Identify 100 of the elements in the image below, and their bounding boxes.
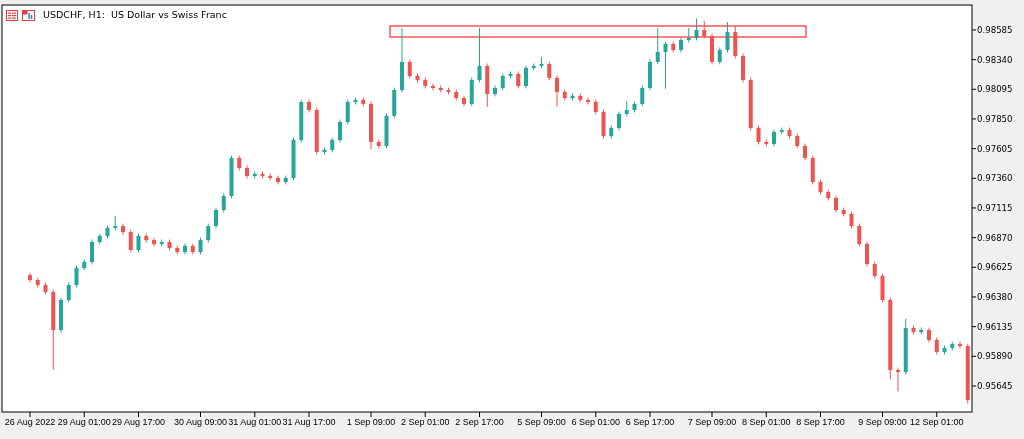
candle bbox=[950, 341, 955, 351]
candle bbox=[260, 171, 265, 179]
candle bbox=[717, 47, 722, 65]
axis-label: 5 Sep 09:00 bbox=[517, 417, 566, 427]
axis-label: 0.96870 bbox=[977, 232, 1013, 243]
candle bbox=[725, 21, 730, 53]
candle bbox=[276, 175, 280, 185]
candle bbox=[128, 229, 133, 253]
candle bbox=[531, 63, 536, 71]
axis-label: 8 Sep 17:00 bbox=[796, 417, 845, 427]
candle bbox=[82, 259, 87, 271]
candle bbox=[911, 325, 916, 335]
candle bbox=[376, 139, 381, 149]
candle bbox=[942, 345, 947, 355]
candle bbox=[330, 137, 335, 153]
candle bbox=[175, 245, 180, 255]
axis-label: 0.98585 bbox=[977, 24, 1013, 35]
candle bbox=[779, 127, 784, 135]
axis-label: 7 Sep 09:00 bbox=[687, 417, 737, 427]
axis-label: 0.97360 bbox=[977, 173, 1013, 184]
candle bbox=[136, 233, 141, 253]
candle bbox=[59, 297, 63, 333]
axis-label: 6 Sep 01:00 bbox=[571, 417, 620, 427]
candle bbox=[198, 237, 203, 255]
candle bbox=[547, 61, 552, 81]
candle bbox=[97, 233, 102, 245]
candle bbox=[314, 107, 319, 155]
candle bbox=[237, 155, 242, 171]
candle bbox=[756, 125, 761, 145]
candle bbox=[617, 111, 621, 131]
candle bbox=[66, 282, 71, 303]
candle bbox=[818, 179, 823, 195]
chart-title: USDCHF, H1: US Dollar vs Swiss Franc bbox=[43, 9, 227, 21]
candle bbox=[958, 341, 962, 349]
candle bbox=[43, 282, 48, 295]
candle bbox=[896, 367, 900, 392]
candle bbox=[299, 99, 304, 143]
candle bbox=[245, 165, 249, 179]
axis-label: 6 Sep 17:00 bbox=[625, 417, 675, 427]
candle bbox=[307, 99, 311, 113]
candle bbox=[485, 63, 490, 108]
candle bbox=[252, 171, 257, 179]
axis-label: 26 Aug 2022 bbox=[4, 417, 56, 427]
candle bbox=[834, 195, 838, 213]
candle bbox=[632, 101, 637, 113]
candle bbox=[562, 89, 567, 101]
candle bbox=[694, 17, 699, 41]
axis-label: 0.97850 bbox=[977, 113, 1013, 124]
axis-label: 29 Aug 01:00 bbox=[57, 417, 111, 427]
candle bbox=[206, 223, 211, 243]
candle bbox=[826, 189, 831, 201]
candle bbox=[795, 133, 800, 149]
candle bbox=[593, 99, 598, 115]
candle bbox=[500, 73, 505, 91]
axis-label: 29 Aug 17:00 bbox=[111, 417, 166, 427]
candle bbox=[772, 129, 776, 147]
axis-label: 12 Sep 01:00 bbox=[909, 417, 964, 427]
candle bbox=[601, 109, 606, 139]
candle bbox=[291, 137, 296, 181]
candle bbox=[880, 273, 885, 303]
candle bbox=[392, 87, 397, 119]
candle bbox=[857, 223, 862, 247]
candle bbox=[764, 139, 769, 147]
axis-label: 31 Aug 01:00 bbox=[228, 417, 282, 427]
candle bbox=[384, 113, 389, 149]
candle bbox=[144, 233, 149, 243]
candle bbox=[570, 93, 575, 101]
axis-label: 0.95645 bbox=[977, 380, 1013, 391]
candle bbox=[803, 143, 807, 161]
candle bbox=[105, 225, 110, 239]
candle bbox=[539, 56, 544, 69]
candle bbox=[221, 193, 226, 213]
candle bbox=[841, 207, 846, 217]
candle bbox=[214, 207, 218, 229]
candle bbox=[655, 27, 660, 65]
candle bbox=[322, 147, 327, 155]
candle bbox=[849, 211, 854, 229]
candle bbox=[477, 27, 482, 83]
candle bbox=[345, 99, 350, 125]
candle bbox=[454, 89, 459, 101]
axis-label: 30 Aug 09:00 bbox=[173, 417, 228, 427]
axis-label: 0.98095 bbox=[977, 84, 1013, 95]
candle bbox=[810, 155, 815, 185]
candle bbox=[446, 87, 451, 95]
candle bbox=[919, 327, 924, 335]
candle bbox=[28, 272, 32, 283]
candle bbox=[423, 77, 428, 89]
axis-label: 0.97605 bbox=[977, 143, 1013, 154]
axis-label: 0.96380 bbox=[977, 291, 1013, 302]
chart-window-icon[interactable] bbox=[22, 9, 35, 21]
candle bbox=[927, 327, 931, 343]
axis-label: 1 Sep 09:00 bbox=[346, 417, 396, 427]
candle bbox=[438, 85, 443, 93]
list-icon[interactable] bbox=[6, 9, 18, 21]
axis-label: 2 Sep 01:00 bbox=[401, 417, 450, 427]
candle bbox=[508, 71, 513, 79]
candle bbox=[555, 75, 559, 108]
candle bbox=[640, 85, 645, 107]
candle bbox=[190, 243, 195, 255]
candle bbox=[268, 173, 273, 181]
